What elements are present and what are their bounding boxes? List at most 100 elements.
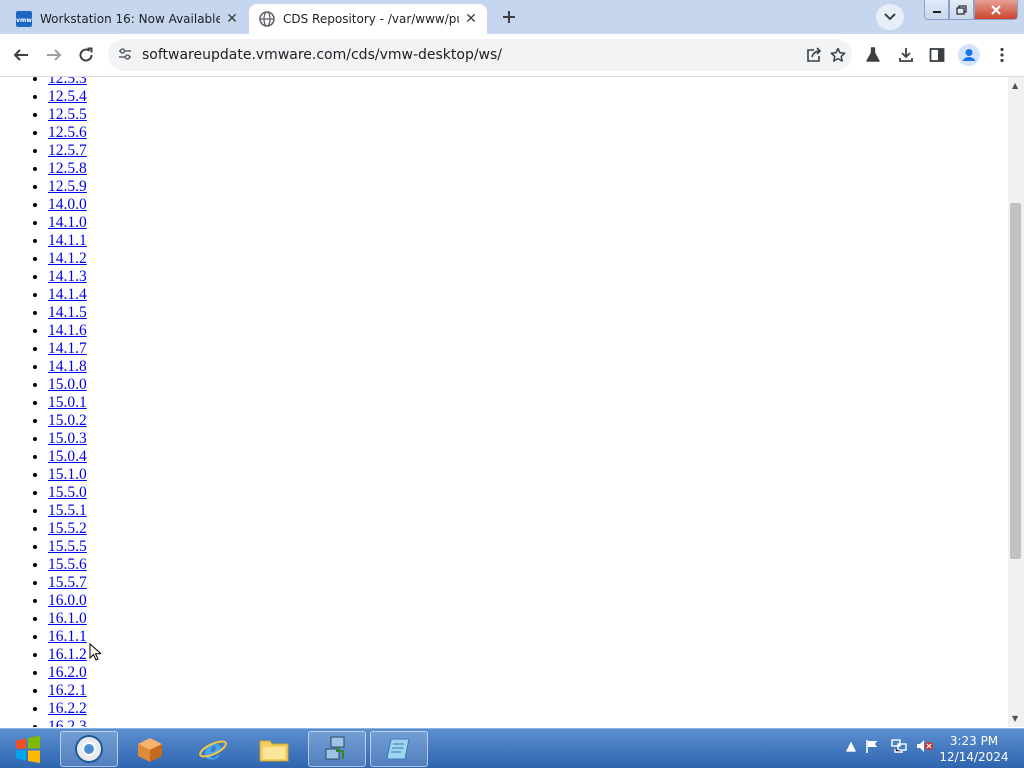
version-link[interactable]: 14.1.8 (48, 358, 87, 375)
version-link[interactable]: 14.1.4 (48, 286, 87, 303)
list-item: 16.1.2 (48, 646, 87, 664)
show-hidden-icons-icon[interactable]: ▲ (846, 739, 856, 754)
list-item: 14.1.5 (48, 304, 87, 322)
version-link[interactable]: 15.1.0 (48, 466, 87, 483)
version-link[interactable]: 12.5.9 (48, 178, 87, 195)
mouse-cursor-icon (89, 643, 101, 661)
scroll-down-icon[interactable]: ▼ (1012, 714, 1018, 723)
address-bar[interactable]: softwareupdate.vmware.com/cds/vmw-deskto… (108, 39, 852, 71)
tab-title: Workstation 16: Now Available! (40, 12, 220, 26)
taskbar-network-app[interactable] (308, 731, 366, 767)
tab-cds-repository[interactable]: CDS Repository - /var/www/public ✕ (249, 4, 487, 34)
version-link[interactable]: 15.5.7 (48, 574, 87, 591)
new-tab-button[interactable] (496, 6, 522, 28)
version-link[interactable]: 14.1.3 (48, 268, 87, 285)
version-link[interactable]: 15.5.1 (48, 502, 87, 519)
version-link[interactable]: 12.5.6 (48, 124, 87, 141)
share-icon[interactable] (804, 46, 824, 64)
download-icon[interactable] (894, 43, 918, 67)
version-link[interactable]: 12.5.5 (48, 106, 87, 123)
side-panel-icon[interactable] (925, 43, 949, 67)
svg-text:vmw: vmw (16, 17, 32, 24)
bookmark-star-icon[interactable] (828, 46, 848, 64)
version-link[interactable]: 16.1.1 (48, 628, 87, 645)
version-link[interactable]: 12.5.4 (48, 88, 87, 105)
close-icon[interactable]: ✕ (459, 11, 483, 27)
version-link[interactable]: 12.5.8 (48, 160, 87, 177)
system-clock[interactable]: 3:23 PM 12/14/2024 (938, 733, 1010, 765)
plus-icon (503, 11, 515, 23)
list-item: 16.1.0 (48, 610, 87, 628)
minimize-button[interactable] (924, 0, 949, 20)
version-link[interactable]: 15.0.0 (48, 376, 87, 393)
clock-date: 12/14/2024 (939, 750, 1009, 764)
version-link[interactable]: 12.5.7 (48, 142, 87, 159)
scrollbar-thumb[interactable] (1010, 203, 1021, 559)
taskbar-chrome[interactable] (60, 731, 118, 767)
version-link[interactable]: 15.5.6 (48, 556, 87, 573)
tab-strip: vmw Workstation 16: Now Available! ✕ CDS… (0, 0, 1024, 34)
back-button[interactable] (8, 42, 34, 68)
version-link[interactable]: 15.5.5 (48, 538, 87, 555)
list-item: 14.1.6 (48, 322, 87, 340)
version-link[interactable]: 16.1.0 (48, 610, 87, 627)
version-link[interactable]: 16.1.2 (48, 646, 87, 663)
list-item: 16.2.1 (48, 682, 87, 700)
version-link[interactable]: 15.5.2 (48, 520, 87, 537)
volume-muted-icon[interactable] (916, 739, 934, 757)
version-link[interactable]: 15.0.4 (48, 448, 87, 465)
version-link[interactable]: 14.1.0 (48, 214, 87, 231)
list-item: 12.5.3 (48, 77, 87, 88)
list-item: 12.5.7 (48, 142, 87, 160)
url-text[interactable]: softwareupdate.vmware.com/cds/vmw-deskto… (142, 47, 502, 63)
menu-kebab-icon[interactable] (990, 43, 1014, 67)
version-link[interactable]: 16.2.2 (48, 700, 87, 717)
taskbar-file-explorer[interactable] (245, 731, 303, 767)
reload-button[interactable] (73, 42, 99, 68)
version-link[interactable]: 15.0.1 (48, 394, 87, 411)
version-link[interactable]: 14.1.6 (48, 322, 87, 339)
tab-workstation[interactable]: vmw Workstation 16: Now Available! ✕ (6, 4, 248, 34)
version-link[interactable]: 14.1.5 (48, 304, 87, 321)
list-item: 15.5.1 (48, 502, 87, 520)
list-item: 12.5.8 (48, 160, 87, 178)
taskbar-vmware-installer[interactable] (121, 731, 179, 767)
list-item: 14.1.8 (48, 358, 87, 376)
version-link[interactable]: 15.5.0 (48, 484, 87, 501)
close-icon[interactable]: ✕ (220, 11, 244, 27)
version-link[interactable]: 16.2.1 (48, 682, 87, 699)
taskbar-notepad[interactable] (370, 731, 428, 767)
version-link[interactable]: 14.1.2 (48, 250, 87, 267)
version-link[interactable]: 14.1.7 (48, 340, 87, 357)
scrollbar[interactable]: ▲ ▼ (1008, 77, 1024, 727)
version-link[interactable]: 16.2.3 (48, 718, 87, 727)
clock-time: 3:23 PM (949, 734, 999, 748)
globe-icon (259, 11, 275, 27)
version-link[interactable]: 16.0.0 (48, 592, 87, 609)
profile-avatar[interactable] (957, 43, 981, 67)
browser-toolbar: softwareupdate.vmware.com/cds/vmw-deskto… (0, 34, 1024, 77)
list-item: 12.5.9 (48, 178, 87, 196)
list-item: 12.5.4 (48, 88, 87, 106)
svg-text:e: e (204, 734, 222, 764)
action-center-flag-icon[interactable] (865, 739, 879, 757)
version-link[interactable]: 15.0.3 (48, 430, 87, 447)
version-link[interactable]: 12.5.3 (48, 77, 87, 87)
start-button[interactable] (2, 731, 54, 767)
scroll-up-icon[interactable]: ▲ (1012, 81, 1018, 90)
close-icon (991, 4, 1001, 15)
window-close-button[interactable] (974, 0, 1018, 20)
list-item: 16.2.0 (48, 664, 87, 682)
network-icon[interactable] (891, 739, 907, 757)
labs-flask-icon[interactable] (861, 43, 885, 67)
version-link[interactable]: 15.0.2 (48, 412, 87, 429)
taskbar-internet-explorer[interactable]: e (184, 731, 242, 767)
site-info-icon[interactable] (118, 47, 132, 65)
restore-button[interactable] (949, 0, 974, 20)
forward-button[interactable] (41, 42, 67, 68)
version-link[interactable]: 14.0.0 (48, 196, 87, 213)
version-link[interactable]: 14.1.1 (48, 232, 87, 249)
tab-search-button[interactable] (876, 4, 904, 30)
version-link[interactable]: 16.2.0 (48, 664, 87, 681)
restore-icon (956, 4, 967, 15)
